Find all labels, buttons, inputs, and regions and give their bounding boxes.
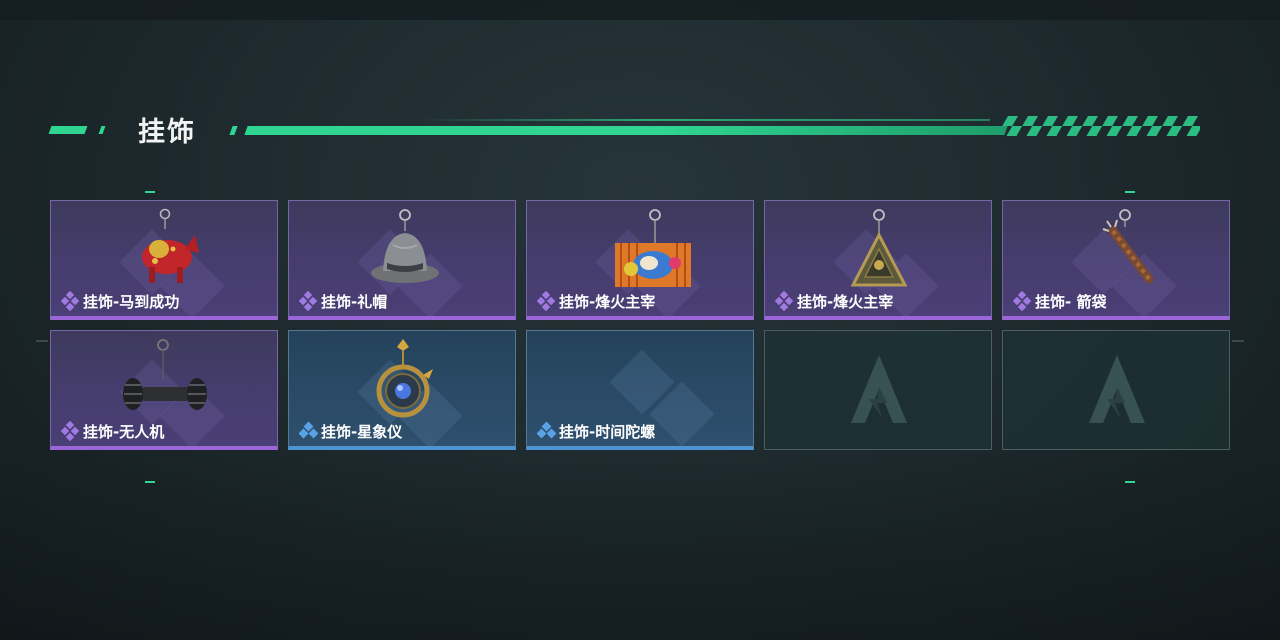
corner-tick [145, 191, 155, 193]
red-horse-charm-icon [142, 208, 199, 283]
card-label: 挂饰- 箭袋 [1013, 290, 1106, 312]
card-label: 挂饰-马到成功 [61, 290, 179, 312]
charm-card[interactable]: 挂饰-礼帽 [288, 200, 516, 320]
charm-card[interactable]: 挂饰-星象仪 [288, 330, 516, 450]
graffiti-container-charm-icon [615, 209, 691, 287]
charm-grid: 挂饰-马到成功 挂饰-礼帽 挂饰-烽火主宰 挂饰-烽火主宰 挂饰- 箭袋 挂饰-… [50, 200, 1230, 450]
empty-slot-logo-icon [851, 355, 907, 423]
charm-card[interactable]: 挂饰-烽火主宰 [526, 200, 754, 320]
empty-slot [1002, 330, 1230, 450]
card-label: 挂饰-烽火主宰 [775, 290, 893, 312]
card-name: 挂饰-星象仪 [321, 422, 403, 441]
blue-rarity-icon [537, 421, 557, 439]
corner-tick [1125, 481, 1135, 483]
purple-rarity-icon [537, 291, 556, 311]
card-label: 挂饰-烽火主宰 [537, 290, 655, 312]
header-thin-line [420, 119, 990, 121]
header-accent-line [244, 126, 1008, 135]
header-accent-bar [48, 126, 88, 134]
header-accent-dash [98, 126, 106, 134]
card-name: 挂饰-礼帽 [321, 292, 388, 311]
card-label: 挂饰-礼帽 [299, 290, 387, 312]
header-accent-dash [229, 126, 238, 135]
card-label: 挂饰-星象仪 [299, 420, 402, 442]
charm-card[interactable]: 挂饰- 箭袋 [1002, 200, 1230, 320]
top-bar [0, 0, 1280, 20]
blue-rarity-icon [299, 421, 319, 439]
side-notch [1232, 340, 1244, 342]
purple-rarity-icon [299, 291, 318, 311]
corner-tick [1125, 191, 1135, 193]
empty-slot-logo-icon [1089, 355, 1145, 423]
purple-rarity-icon [775, 291, 794, 311]
card-name: 挂饰-烽火主宰 [797, 292, 894, 311]
card-name: 挂饰-烽火主宰 [559, 292, 656, 311]
charm-card[interactable]: 挂饰-烽火主宰 [764, 200, 992, 320]
side-notch [36, 340, 48, 342]
section-header: 挂饰 [0, 108, 1280, 148]
purple-rarity-icon [61, 421, 80, 441]
drone-roller-charm-icon [123, 339, 207, 410]
astrolabe-charm-icon [376, 339, 433, 418]
card-name: 挂饰-无人机 [83, 422, 165, 441]
charm-card[interactable]: 挂饰-无人机 [50, 330, 278, 450]
charm-card[interactable]: 挂饰-马到成功 [50, 200, 278, 320]
purple-rarity-icon [61, 291, 80, 311]
triangle-pendant-charm-icon [850, 209, 908, 287]
card-name: 挂饰-马到成功 [83, 292, 180, 311]
fedora-hat-charm-icon [371, 209, 439, 283]
purple-rarity-icon [1013, 291, 1032, 311]
section-title: 挂饰 [138, 117, 196, 148]
checker-pattern-icon [1002, 116, 1200, 136]
background-haze [0, 440, 1280, 640]
corner-tick [145, 481, 155, 483]
card-name: 挂饰- 箭袋 [1035, 292, 1107, 311]
charm-card[interactable]: 挂饰-时间陀螺 [526, 330, 754, 450]
card-label: 挂饰-时间陀螺 [537, 420, 655, 442]
empty-slot [764, 330, 992, 450]
quiver-charm-icon [1102, 209, 1154, 284]
card-name: 挂饰-时间陀螺 [559, 422, 656, 441]
card-label: 挂饰-无人机 [61, 420, 164, 442]
